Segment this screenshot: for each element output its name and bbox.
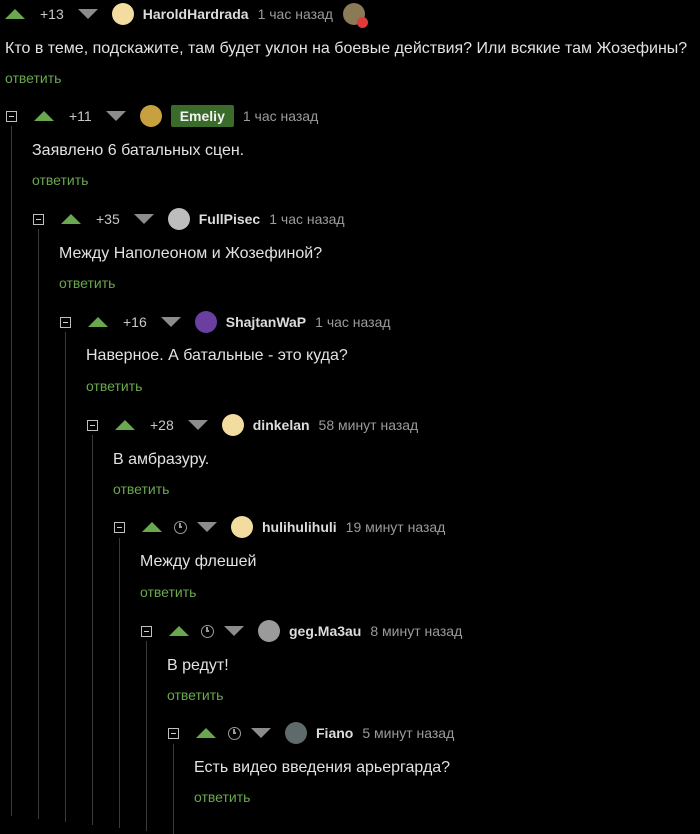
comment-rating: +11	[69, 108, 92, 124]
collapse-icon[interactable]	[168, 727, 179, 739]
reply-link[interactable]: ответить	[167, 687, 223, 703]
comment-text: Между Наполеоном и Жозефиной?	[59, 245, 323, 262]
reply-link[interactable]: ответить	[113, 481, 169, 497]
comment-text: Наверное. А батальные - это куда?	[86, 347, 348, 364]
reply-link[interactable]: ответить	[194, 789, 250, 805]
comment-header: +16 ShajtanWaP 1 час назад	[60, 309, 391, 335]
comment-time[interactable]: 19 минут назад	[346, 519, 446, 535]
comment-author[interactable]: hulihulihuli	[262, 519, 337, 535]
comment-text: В амбразуру.	[113, 451, 210, 468]
arrow-down-icon[interactable]	[251, 728, 271, 738]
comment-header: +13 HaroldHardrada 1 час назад	[5, 1, 374, 28]
thread-line	[38, 229, 39, 819]
arrow-up-icon[interactable]	[5, 9, 25, 19]
comment-rating: +35	[96, 211, 120, 227]
comment-header: geg.Ma3au 8 минут назад	[141, 618, 462, 644]
arrow-down-icon[interactable]	[224, 626, 244, 636]
thread-line	[65, 332, 66, 822]
comment-time[interactable]: 1 час назад	[315, 314, 390, 330]
arrow-up-icon[interactable]	[169, 626, 189, 636]
clock-icon	[201, 624, 214, 638]
heart-icon	[356, 17, 368, 28]
arrow-up-icon[interactable]	[196, 728, 216, 738]
comment-author[interactable]: HaroldHardrada	[143, 6, 249, 22]
arrow-down-icon[interactable]	[187, 420, 208, 430]
avatar[interactable]	[258, 620, 280, 642]
comment-header: +28 dinkelan 58 минут назад	[87, 412, 418, 438]
collapse-icon[interactable]	[141, 625, 152, 637]
avatar[interactable]	[285, 722, 307, 744]
clock-icon	[174, 520, 187, 534]
comment-author[interactable]: ShajtanWaP	[226, 314, 306, 330]
arrow-up-icon[interactable]	[88, 317, 108, 327]
arrow-down-icon[interactable]	[160, 317, 181, 327]
comment-header: hulihulihuli 19 минут назад	[114, 514, 445, 540]
collapse-icon[interactable]	[33, 213, 44, 225]
arrow-up-icon[interactable]	[115, 420, 135, 430]
avatar[interactable]	[167, 208, 190, 230]
comment-rating: +13	[40, 6, 64, 22]
comment-rating: +16	[123, 314, 147, 330]
collapse-icon[interactable]	[114, 521, 125, 533]
collapse-icon[interactable]	[6, 110, 17, 122]
comment-text: В редут!	[167, 657, 229, 674]
comment-text: Кто в теме, подскажите, там будет уклон …	[5, 40, 688, 57]
comment-time[interactable]: 8 минут назад	[370, 623, 462, 639]
arrow-down-icon[interactable]	[197, 522, 217, 532]
reply-link[interactable]: ответить	[5, 70, 61, 86]
comment-author[interactable]: geg.Ma3au	[289, 623, 361, 639]
arrow-up-icon[interactable]	[142, 522, 162, 532]
comment-time[interactable]: 1 час назад	[243, 108, 318, 124]
comment-header: Fiano 5 минут назад	[168, 720, 454, 746]
comment-author[interactable]: Fiano	[316, 725, 353, 741]
comment-time[interactable]: 1 час назад	[269, 211, 344, 227]
thread-line	[146, 641, 147, 831]
reply-link[interactable]: ответить	[32, 172, 88, 188]
arrow-down-icon[interactable]	[133, 214, 154, 224]
comment-time[interactable]: 1 час назад	[258, 6, 333, 22]
comment-text: Между флешей	[140, 553, 257, 570]
comment-text: Заявлено 6 батальных сцен.	[32, 142, 245, 159]
collapse-icon[interactable]	[87, 419, 98, 431]
avatar[interactable]	[342, 3, 368, 28]
arrow-up-icon[interactable]	[61, 214, 81, 224]
comment-header: +11 Emeliy 1 час назад	[6, 103, 318, 129]
arrow-down-icon[interactable]	[77, 9, 98, 19]
avatar[interactable]	[139, 105, 162, 127]
comment-author[interactable]: dinkelan	[253, 417, 310, 433]
comment-rating: +28	[150, 417, 174, 433]
thread-line	[119, 538, 120, 828]
thread-line	[173, 744, 174, 834]
comment-time[interactable]: 58 минут назад	[319, 417, 419, 433]
avatar[interactable]	[221, 414, 244, 436]
reply-link[interactable]: ответить	[140, 584, 196, 600]
thread-line	[92, 435, 93, 825]
comment-header: +35 FullPisec 1 час назад	[33, 206, 345, 232]
arrow-up-icon[interactable]	[34, 111, 54, 121]
reply-link[interactable]: ответить	[59, 275, 115, 291]
comment-author[interactable]: FullPisec	[199, 211, 260, 227]
avatar[interactable]	[194, 311, 217, 333]
reply-link[interactable]: ответить	[86, 378, 142, 394]
comment-text: Есть видео введения арьергарда?	[194, 759, 451, 776]
comment-time[interactable]: 5 минут назад	[362, 725, 454, 741]
clock-icon	[228, 726, 241, 740]
comment-author[interactable]: Emeliy	[170, 105, 234, 127]
thread-line	[11, 126, 12, 816]
avatar[interactable]	[231, 516, 253, 538]
collapse-icon[interactable]	[60, 316, 71, 328]
arrow-down-icon[interactable]	[105, 111, 126, 121]
avatar[interactable]	[111, 3, 134, 25]
